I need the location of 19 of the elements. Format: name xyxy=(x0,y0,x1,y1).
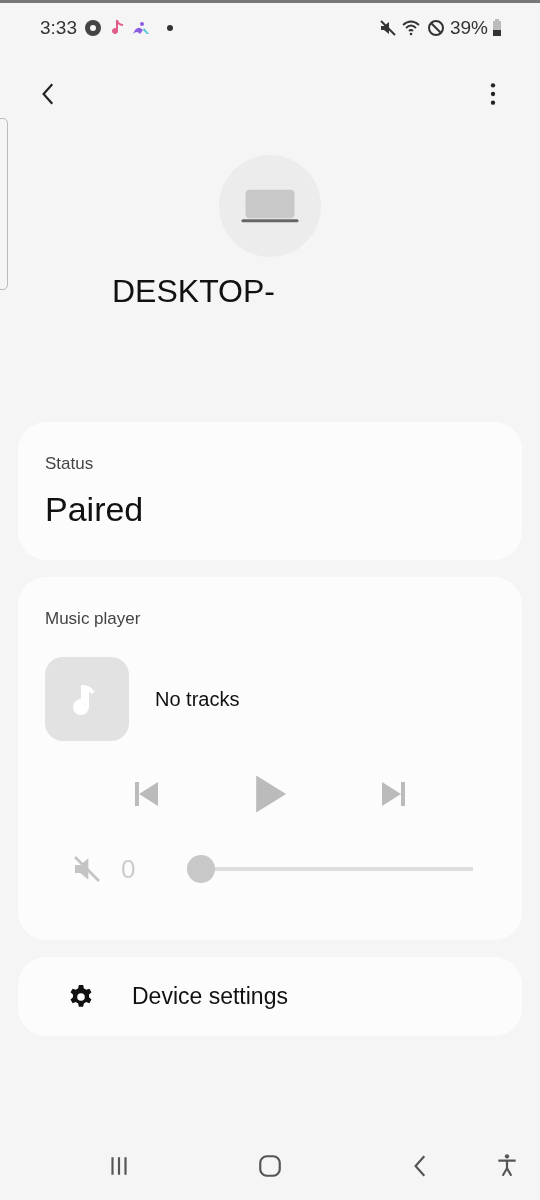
laptop-icon xyxy=(219,155,321,257)
battery-percent: 39% xyxy=(449,17,488,39)
status-time: 3:33 xyxy=(40,17,77,39)
blocked-icon xyxy=(425,18,446,38)
mute-icon xyxy=(377,18,398,38)
ball-icon xyxy=(83,18,103,38)
track-title: No tracks xyxy=(155,687,240,711)
music-note-icon xyxy=(45,657,129,741)
status-label: Status xyxy=(45,454,95,474)
device-settings-item[interactable]: Device settings xyxy=(18,957,522,1036)
notification-dot xyxy=(167,25,173,31)
battery-icon xyxy=(492,19,502,37)
slider-thumb[interactable] xyxy=(187,855,215,883)
home-icon[interactable] xyxy=(257,1153,283,1179)
device-name: DESKTOP- xyxy=(112,273,276,310)
music-player-label: Music player xyxy=(45,609,142,629)
settings-icon xyxy=(68,983,94,1010)
wifi-icon xyxy=(401,18,422,38)
status-value: Paired xyxy=(45,490,145,529)
